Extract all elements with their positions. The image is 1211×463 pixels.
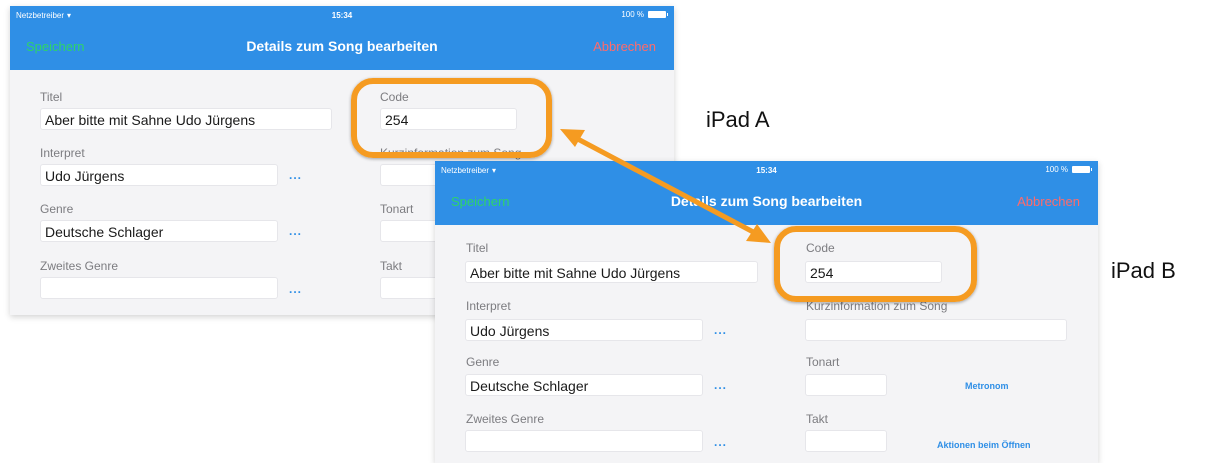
genre-label: Genre	[40, 202, 74, 216]
titel-label: Titel	[466, 241, 489, 255]
genre-field[interactable]: Deutsche Schlager	[40, 220, 278, 242]
genre-more-button[interactable]: ...	[714, 378, 727, 392]
zweites-genre-label: Zweites Genre	[466, 412, 545, 426]
zweites-genre-label: Zweites Genre	[40, 259, 119, 273]
takt-label: Takt	[806, 412, 829, 426]
cancel-button[interactable]: Abbrechen	[593, 39, 656, 54]
code-highlight-b	[774, 226, 977, 302]
titel-label: Titel	[40, 90, 63, 104]
tonart-field[interactable]	[805, 374, 887, 396]
takt-field[interactable]	[805, 430, 887, 452]
ipad-b-screen: Netzbetreiber ▾ 15:34 100 % Speichern Det…	[435, 161, 1098, 463]
battery-icon	[1072, 166, 1092, 173]
zweites-genre-more-button[interactable]: ...	[714, 435, 727, 449]
aktionen-beim-oeffnen-button[interactable]: Aktionen beim Öffnen	[937, 440, 1031, 450]
zweites-genre-field[interactable]	[40, 277, 278, 299]
interpret-more-button[interactable]: ...	[714, 323, 727, 337]
navigation-bar: Speichern Details zum Song bearbeiten Ab…	[10, 26, 674, 70]
interpret-label: Interpret	[40, 146, 85, 160]
navigation-bar: Speichern Details zum Song bearbeiten Ab…	[435, 181, 1098, 225]
battery-icon	[648, 11, 668, 18]
zweites-genre-more-button[interactable]: ...	[289, 282, 302, 296]
genre-field[interactable]: Deutsche Schlager	[465, 374, 703, 396]
status-bar: Netzbetreiber ▾ 15:34 100 %	[435, 161, 1098, 181]
genre-more-button[interactable]: ...	[289, 224, 302, 238]
kurzinfo-field[interactable]	[805, 319, 1067, 341]
status-time: 15:34	[331, 11, 353, 20]
tonart-label: Tonart	[806, 355, 840, 369]
titel-field[interactable]: Aber bitte mit Sahne Udo Jürgens	[40, 108, 332, 130]
interpret-more-button[interactable]: ...	[289, 168, 302, 182]
zweites-genre-field[interactable]	[465, 430, 703, 452]
status-bar: Netzbetreiber ▾ 15:34 100 %	[10, 6, 674, 26]
metronom-button[interactable]: Metronom	[965, 381, 1009, 391]
interpret-label: Interpret	[466, 299, 511, 313]
code-highlight-a	[351, 78, 552, 158]
tonart-label: Tonart	[380, 202, 414, 216]
cancel-button[interactable]: Abbrechen	[1017, 194, 1080, 209]
interpret-field[interactable]: Udo Jürgens	[465, 319, 703, 341]
status-time: 15:34	[756, 166, 777, 175]
ipad-b-label: iPad B	[1111, 258, 1176, 283]
genre-label: Genre	[466, 355, 500, 369]
page-title: Details zum Song bearbeiten	[670, 193, 863, 209]
battery-status: 100 %	[1045, 165, 1092, 174]
song-details-form: Titel Aber bitte mit Sahne Udo Jürgens I…	[435, 225, 1098, 463]
takt-label: Takt	[380, 259, 403, 273]
interpret-field[interactable]: Udo Jürgens	[40, 164, 278, 186]
ipad-a-label: iPad A	[706, 107, 770, 132]
page-title: Details zum Song bearbeiten	[246, 38, 438, 54]
titel-field[interactable]: Aber bitte mit Sahne Udo Jürgens	[465, 261, 758, 283]
battery-status: 100 %	[621, 10, 668, 19]
